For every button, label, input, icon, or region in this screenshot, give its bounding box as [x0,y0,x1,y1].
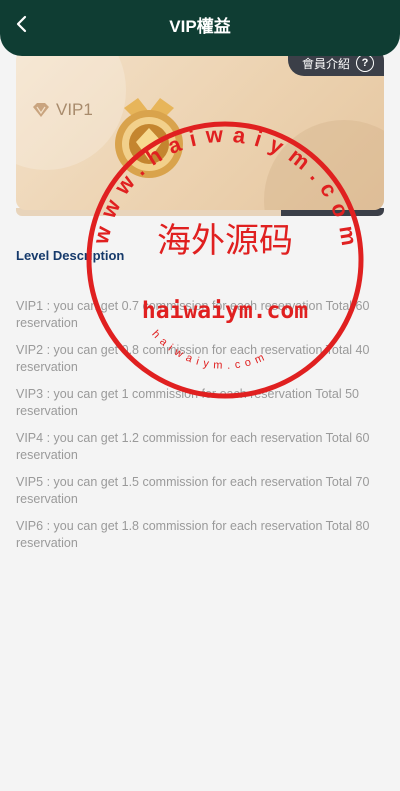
level-item-vip1: VIP1 : you can get 0.7 commission for ea… [16,299,370,330]
level-item-vip6: VIP6 : you can get 1.8 commission for ea… [16,519,370,550]
member-intro-label: 會員介紹 [302,56,351,71]
level-list: VIP1 : you can get 0.7 commission for ea… [16,298,376,562]
level-item-vip5: VIP5 : you can get 1.5 commission for ea… [16,475,370,506]
vip-badge: VIP1 [32,100,93,120]
level-item-vip3: VIP3 : you can get 1 commission for each… [16,387,360,418]
page-title: VIP權益 [169,17,231,36]
app-header: VIP權益 [0,0,400,56]
level-item-vip2: VIP2 : you can get 0.8 commission for ea… [16,343,370,374]
medal-icon [115,98,183,178]
vip-level-label: VIP1 [56,100,93,119]
diamond-icon [33,103,49,117]
level-description-heading: Level Description [16,248,125,263]
level-item-vip4: VIP4 : you can get 1.2 commission for ea… [16,431,370,462]
watermark-center-text: 海外源码 [157,221,293,261]
question-circle-icon: ? [356,54,375,72]
card-decoration [264,120,384,210]
vip-card: 會員介紹 ? VIP1 [16,50,384,210]
